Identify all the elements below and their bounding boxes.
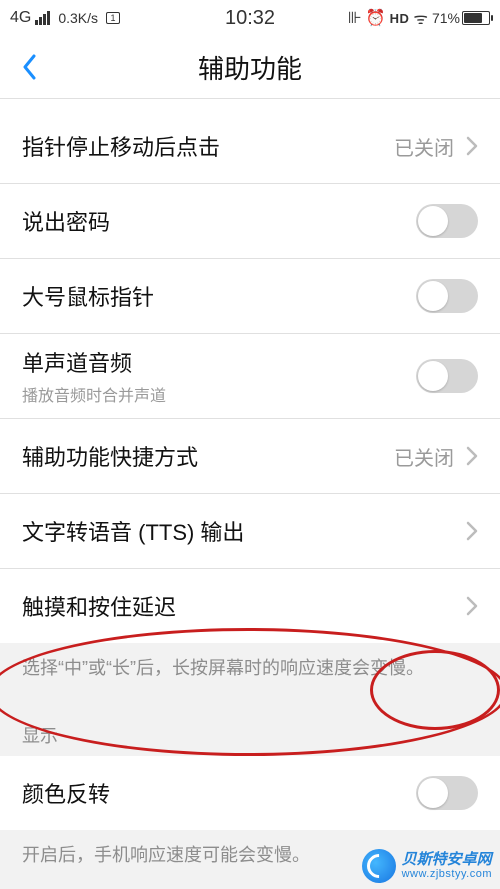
vibrate-icon: ⊪ — [348, 8, 362, 28]
hd-icon: HD — [390, 11, 410, 26]
row-sublabel: 播放音频时合并声道 — [22, 382, 166, 406]
watermark-logo-icon — [362, 849, 396, 883]
row-mono-audio: 单声道音频 播放音频时合并声道 — [0, 334, 500, 418]
row-speak-password: 说出密码 — [0, 184, 500, 258]
row-label: 大号鼠标指针 — [22, 280, 154, 312]
chevron-left-icon — [22, 54, 36, 80]
chevron-right-icon — [466, 136, 478, 156]
row-label: 说出密码 — [22, 205, 110, 237]
row-label: 颜色反转 — [22, 777, 110, 809]
chevron-right-icon — [466, 596, 478, 616]
toggle-mono-audio[interactable] — [416, 359, 478, 393]
back-button[interactable] — [14, 47, 44, 87]
toggle-large-pointer[interactable] — [416, 279, 478, 313]
row-value: 已关闭 — [394, 442, 454, 471]
page-title: 辅助功能 — [198, 49, 302, 86]
row-label: 触摸和按住延迟 — [22, 590, 176, 622]
section-desc-touch-hold: 选择“中”或“长”后，长按屏幕时的响应速度会变慢。 — [0, 643, 500, 700]
row-label: 文字转语音 (TTS) 输出 — [22, 515, 244, 547]
row-large-pointer: 大号鼠标指针 — [0, 259, 500, 333]
nav-header: 辅助功能 — [0, 36, 500, 98]
status-bar: 4G 0.3K/s 1 10:32 ⊪ ⏰ HD ᯤ 71% — [0, 0, 500, 36]
network-type-label: 4G — [10, 9, 31, 27]
row-label: 指针停止移动后点击 — [22, 130, 220, 162]
net-speed-label: 0.3K/s — [58, 10, 98, 26]
battery-icon — [462, 11, 490, 25]
toggle-color-invert[interactable] — [416, 776, 478, 810]
alarm-icon: ⏰ — [366, 8, 386, 28]
sim-slot-icon: 1 — [106, 12, 120, 24]
row-value: 已关闭 — [394, 132, 454, 161]
wifi-icon: ᯤ — [413, 7, 428, 29]
row-a11y-shortcut[interactable]: 辅助功能快捷方式 已关闭 — [0, 419, 500, 493]
chevron-right-icon — [466, 446, 478, 466]
row-label: 辅助功能快捷方式 — [22, 440, 198, 472]
watermark-url: www.zjbstyy.com — [402, 868, 492, 880]
row-color-invert: 颜色反转 — [0, 756, 500, 830]
row-tts-output[interactable]: 文字转语音 (TTS) 输出 — [0, 494, 500, 568]
section-header-display: 显示 — [0, 700, 500, 756]
toggle-speak-password[interactable] — [416, 204, 478, 238]
row-pointer-click[interactable]: 指针停止移动后点击 已关闭 — [0, 109, 500, 183]
battery-pct-label: 71% — [432, 10, 460, 26]
row-touch-hold-delay[interactable]: 触摸和按住延迟 — [0, 569, 500, 643]
signal-bars-icon — [35, 11, 50, 25]
watermark-title: 贝斯特安卓网 — [402, 852, 492, 869]
watermark: 贝斯特安卓网 www.zjbstyy.com — [362, 849, 492, 883]
chevron-right-icon — [466, 521, 478, 541]
row-label: 单声道音频 — [22, 346, 166, 378]
